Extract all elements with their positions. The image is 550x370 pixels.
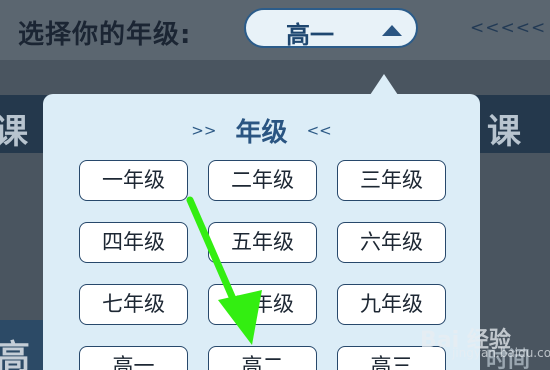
grade-option-8[interactable]: 八年级 — [208, 284, 317, 325]
grade-option-10[interactable]: 高一 — [79, 346, 188, 370]
grade-select[interactable]: 高一 — [244, 8, 418, 49]
grade-select-value: 高一 — [286, 21, 334, 49]
popup-title-row: >> 年级 << — [43, 112, 480, 149]
grade-popup: >> 年级 << 一年级 二年级 三年级 四年级 五年级 六年级 七年级 八年级… — [43, 94, 480, 370]
band-text-right: 课 — [487, 112, 521, 152]
grade-option-7[interactable]: 七年级 — [79, 284, 188, 325]
grade-option-2[interactable]: 二年级 — [208, 160, 317, 201]
bottom-text-left: 高 — [0, 338, 30, 370]
grade-label: 选择你的年级: — [18, 20, 192, 50]
nav-arrows[interactable]: <<<<< — [470, 18, 546, 38]
band-text-left: 课 — [0, 112, 28, 152]
caret-up-icon — [382, 25, 402, 36]
grade-option-6[interactable]: 六年级 — [337, 222, 446, 263]
watermark-url: jingyan.baidu.com — [452, 346, 550, 360]
grade-option-5[interactable]: 五年级 — [208, 222, 317, 263]
grade-option-4[interactable]: 四年级 — [79, 222, 188, 263]
popup-deco-left: >> — [191, 121, 217, 140]
popup-title: 年级 — [235, 118, 288, 148]
grade-option-9[interactable]: 九年级 — [337, 284, 446, 325]
popup-notch — [370, 74, 398, 95]
grade-option-3[interactable]: 三年级 — [337, 160, 446, 201]
popup-deco-right: << — [306, 121, 332, 140]
grade-option-1[interactable]: 一年级 — [79, 160, 188, 201]
grade-option-11[interactable]: 高二 — [208, 346, 317, 370]
